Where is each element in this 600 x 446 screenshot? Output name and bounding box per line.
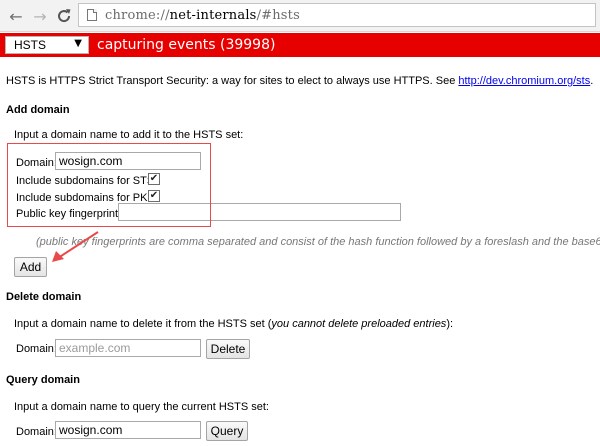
delete-domain-prompt: Input a domain name to delete it from th… (14, 318, 453, 330)
page-icon (87, 9, 97, 21)
add-domain-prompt: Input a domain name to add it to the HST… (14, 129, 244, 141)
pins-input[interactable] (118, 203, 401, 221)
hsts-intro: HSTS is HTTPS Strict Transport Security:… (6, 75, 593, 87)
view-select-value: HSTS (14, 38, 47, 52)
delete-domain-input[interactable]: example.com (55, 339, 201, 357)
delete-prompt-start: Input a domain name to delete it from th… (14, 318, 272, 330)
forward-arrow-icon[interactable]: → (30, 6, 50, 26)
delete-domain-title: Delete domain (6, 291, 82, 303)
view-select-dropdown[interactable]: HSTS ▼ (5, 36, 89, 54)
url-host: net-internals (169, 7, 257, 23)
url-path: /#hsts (256, 7, 300, 23)
url-scheme: chrome:// (105, 7, 170, 23)
reload-icon-glyph (58, 9, 71, 23)
delete-prompt-end: ): (446, 318, 454, 330)
pkp-subdomains-checkbox[interactable]: ✔ (148, 190, 160, 202)
add-domain-title: Add domain (6, 104, 70, 116)
delete-button[interactable]: Delete (206, 339, 250, 359)
intro-text: HSTS is HTTPS Strict Transport Security:… (6, 75, 459, 87)
query-domain-label: Domain: (16, 426, 57, 438)
query-domain-input[interactable]: wosign.com (55, 421, 201, 439)
sts-subdomains-checkbox[interactable]: ✔ (148, 173, 160, 185)
query-domain-title: Query domain (6, 374, 80, 386)
address-url[interactable]: chrome://net-internals/#hsts (105, 8, 300, 23)
browser-toolbar: ← → chrome://net-internals/#hsts (0, 0, 600, 32)
delete-prompt-italic: you cannot delete preloaded entries (271, 318, 447, 330)
add-domain-label: Domain: (16, 157, 57, 169)
add-domain-input[interactable]: wosign.com (55, 152, 201, 170)
query-domain-prompt: Input a domain name to query the current… (14, 401, 269, 413)
capture-status-text: capturing events (39998) (97, 37, 276, 53)
dropdown-arrow-icon: ▼ (74, 38, 82, 49)
reload-icon[interactable] (54, 6, 74, 26)
delete-domain-label: Domain: (16, 343, 57, 355)
back-arrow-icon[interactable]: ← (6, 6, 26, 26)
sts-subdomains-label: Include subdomains for STS: (16, 175, 158, 187)
address-bar[interactable]: chrome://net-internals/#hsts (78, 3, 596, 27)
pins-format-note: (public key fingerprints are comma separ… (36, 236, 600, 248)
capture-status-bar: HSTS ▼ capturing events (39998) (0, 33, 600, 57)
sts-docs-link[interactable]: http://dev.chromium.org/sts (458, 75, 590, 87)
query-button[interactable]: Query (206, 421, 248, 441)
intro-trailing: . (590, 75, 594, 87)
pins-label: Public key fingerprints: (16, 208, 127, 220)
add-button[interactable]: Add (14, 257, 47, 277)
